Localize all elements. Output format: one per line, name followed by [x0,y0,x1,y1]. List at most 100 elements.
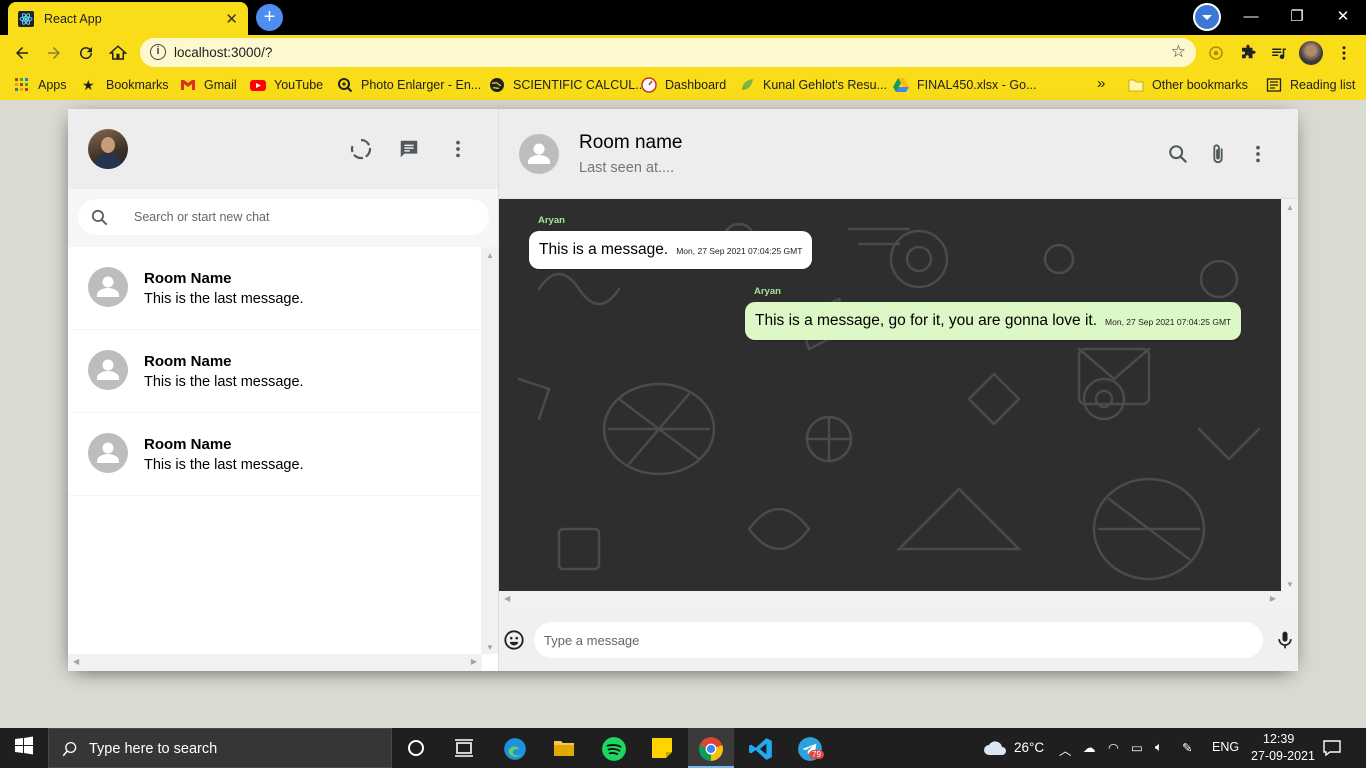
scroll-left-icon[interactable]: ◀ [504,594,510,603]
room-avatar [88,267,128,307]
media-control-icon[interactable] [1267,41,1291,65]
onedrive-icon[interactable]: ☁ [1083,740,1096,755]
edge-icon[interactable] [502,736,526,760]
weather-temperature[interactable]: 26°C [1014,740,1044,755]
chrome-menu-icon[interactable] [1332,41,1356,65]
back-icon[interactable] [10,41,34,65]
bookmark-apps[interactable]: Apps [14,77,67,93]
chat-list-item[interactable]: Room Name This is the last message. [68,330,481,413]
extension-icon[interactable] [1204,41,1228,65]
reading-list-button[interactable]: Reading list [1266,77,1355,93]
chrome-taskbar-button[interactable] [688,728,734,768]
wifi-icon[interactable]: ◠ [1108,740,1119,755]
cortana-icon[interactable] [404,736,428,760]
new-tab-button[interactable]: + [256,4,283,31]
message-input[interactable]: Type a message [534,622,1263,658]
sidebar-header [68,109,498,189]
tray-chevron-icon[interactable]: ︿ [1059,740,1072,759]
window-close-icon[interactable]: ✕ [1320,7,1366,25]
scroll-up-icon[interactable]: ▲ [486,251,494,260]
scroll-down-icon[interactable]: ▼ [1286,580,1294,589]
last-message: This is the last message. [144,291,304,307]
windows-taskbar: Type here to search 79 26°C ︿ ☁ ◠ ▭ 🔈︎ ✎… [0,728,1366,768]
message-text: This is a message, go for it, you are go… [755,312,1098,329]
chat-list-vertical-scrollbar[interactable]: ▲ ▼ [481,247,498,654]
chat-room-title: Room name [579,132,683,153]
restore-icon[interactable]: ❐ [1274,7,1320,25]
tab-close-icon[interactable]: ✕ [225,10,238,28]
bookmark-youtube[interactable]: YouTube [250,77,323,93]
forward-icon[interactable] [42,41,66,65]
battery-icon[interactable]: ▭ [1131,740,1143,755]
gmail-icon [181,80,195,90]
task-view-icon[interactable] [452,736,476,760]
bookmark-final450[interactable]: FINAL450.xlsx - Go... [893,77,1036,93]
language-indicator[interactable]: ENG [1212,740,1239,754]
chat-menu-icon[interactable] [1245,141,1271,167]
bookmark-dashboard[interactable]: Dashboard [641,77,726,93]
browser-toolbar: i localhost:3000/? ☆ [0,35,1366,70]
dashboard-icon [641,77,657,93]
minimize-icon[interactable]: — [1228,8,1274,25]
scroll-right-icon[interactable]: ▶ [471,657,477,666]
message-timestamp: Mon, 27 Sep 2021 07:04:25 GMT [676,246,803,256]
sticky-notes-icon[interactable] [650,736,674,760]
search-input[interactable]: Search or start new chat [78,199,489,235]
bookmark-scientific-calculator[interactable]: SCIENTIFIC CALCUL... [489,77,646,93]
volume-icon[interactable]: 🔈︎ [1155,740,1163,755]
new-chat-icon[interactable] [396,136,422,162]
other-bookmarks-folder[interactable]: Other bookmarks [1128,77,1248,93]
profile-avatar[interactable] [1299,41,1323,65]
vscode-icon[interactable] [748,736,772,760]
chat-body: Aryan This is a message. Mon, 27 Sep 2021… [499,199,1298,609]
weather-icon[interactable] [982,737,1006,761]
emoji-icon[interactable] [501,627,527,653]
file-explorer-icon[interactable] [551,736,575,760]
telegram-icon[interactable]: 79 [797,736,824,761]
chat-list-item[interactable]: Room Name This is the last message. [68,247,481,330]
scroll-left-icon[interactable]: ◀ [73,657,79,666]
windows-start-icon[interactable] [14,736,38,760]
room-avatar[interactable] [519,134,559,174]
sidebar-menu-icon[interactable] [445,136,471,162]
scroll-right-icon[interactable]: ▶ [1270,594,1276,603]
bookmarks-overflow-button[interactable]: » [1097,75,1105,92]
scroll-up-icon[interactable]: ▲ [1286,203,1294,212]
status-icon[interactable] [348,136,374,162]
extensions-puzzle-icon[interactable] [1236,41,1260,65]
user-avatar[interactable] [88,129,128,169]
home-icon[interactable] [106,41,130,65]
site-info-icon[interactable]: i [150,44,166,60]
reload-icon[interactable] [74,41,98,65]
tab-search-button[interactable] [1193,3,1221,31]
bookmark-star-icon[interactable]: ☆ [1171,42,1186,62]
chat-search-icon[interactable] [1165,141,1191,167]
notifications-icon[interactable] [1322,738,1346,762]
react-icon [18,10,34,27]
clock-date[interactable]: 27-09-2021 [1251,749,1315,763]
scroll-down-icon[interactable]: ▼ [486,643,494,652]
chat-vertical-scrollbar[interactable]: ▲ ▼ [1281,199,1298,591]
message-sender: Aryan [754,286,781,297]
chat-panel: Room name Last seen at.... Aryan This is… [499,109,1298,671]
chat-app: Search or start new chat Room Name This … [68,109,1298,671]
leaf-icon [742,79,753,90]
google-drive-icon [893,78,909,92]
bookmark-gmail[interactable]: Gmail [180,77,237,93]
attach-icon[interactable] [1205,141,1231,167]
bookmark-kunal-resume[interactable]: Kunal Gehlot's Resu... [739,77,887,93]
window-controls: — ❐ ✕ [1228,0,1366,32]
chat-horizontal-scrollbar[interactable]: ◀ ▶ [499,591,1298,609]
clock-time[interactable]: 12:39 [1263,732,1294,746]
browser-tab[interactable]: React App ✕ [8,2,248,35]
taskbar-search-box[interactable]: Type here to search [48,728,392,768]
address-bar[interactable]: i localhost:3000/? ☆ [140,38,1196,67]
chat-list-horizontal-scrollbar[interactable]: ◀ ▶ [68,654,482,671]
microphone-icon[interactable] [1272,627,1298,653]
bookmark-photo-enlarger[interactable]: Photo Enlarger - En... [337,77,481,93]
chat-list-item[interactable]: Room Name This is the last message. [68,413,481,496]
message-text: This is a message. [539,241,669,258]
bookmark-bookmarks[interactable]: ★ Bookmarks [82,77,169,93]
pen-icon[interactable]: ✎ [1182,740,1192,755]
spotify-icon[interactable] [601,736,626,761]
